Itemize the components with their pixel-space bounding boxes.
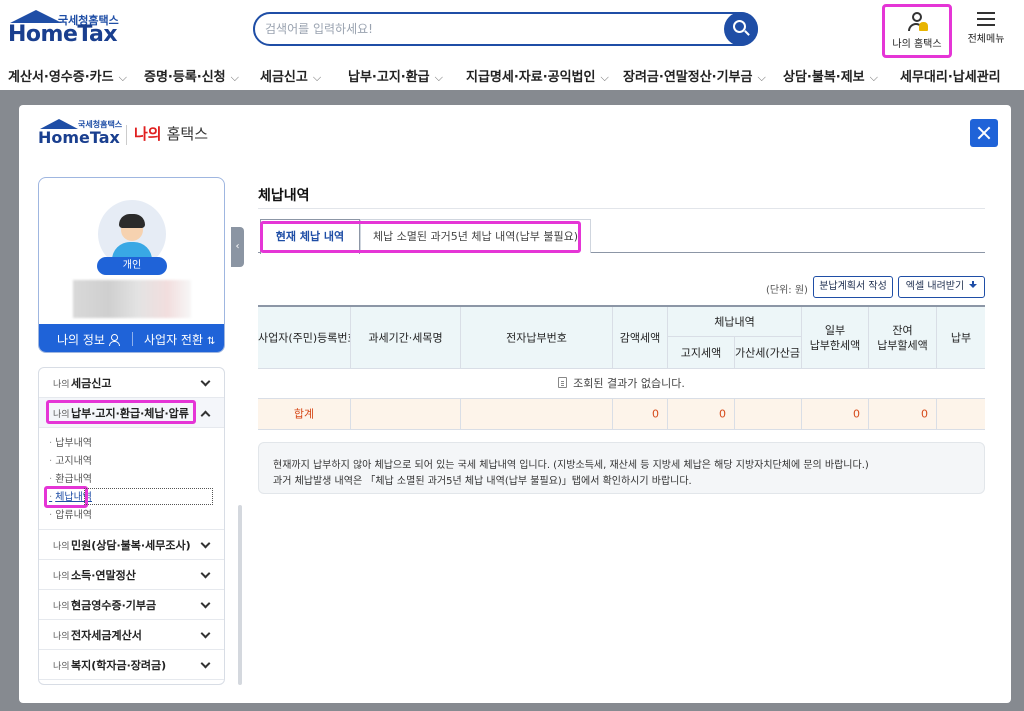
- menu-section-e-invoice[interactable]: 나의 전자세금계산서: [39, 620, 224, 650]
- my-info-button[interactable]: 나의 정보: [57, 331, 120, 348]
- arrears-table: 사업자(주민)등록번호 과세기간·세목명 전자납부번호 감액세액 체납내역 고지…: [258, 305, 985, 430]
- menu-section-welfare[interactable]: 나의 복지(학자금·장려금): [39, 650, 224, 680]
- user-type-badge: 개인: [97, 257, 167, 275]
- chevron-down-icon: [200, 376, 211, 387]
- close-button[interactable]: [970, 119, 998, 147]
- col-header: 잔여 납부할세액: [869, 307, 937, 369]
- menu-section-cash-receipt[interactable]: 나의 현금영수증·기부금: [39, 590, 224, 620]
- gnb-item[interactable]: 계산서·영수증·카드 ⌵: [8, 66, 127, 85]
- col-header: 고지세액: [668, 337, 735, 369]
- side-menu-scrollbar[interactable]: [238, 505, 242, 685]
- total-remaining-cell: 0: [869, 399, 937, 430]
- hamburger-icon: [977, 12, 995, 26]
- profile-card: 개인 나의 정보 사업자 전환 ⇅: [38, 177, 225, 353]
- search-box: [253, 12, 758, 46]
- chevron-down-icon: [200, 568, 211, 579]
- table-cell: [735, 399, 802, 430]
- payment-submenu: · 납부내역 · 고지내역 · 환급내역 · 체납내역 · 압류내역: [39, 428, 224, 530]
- excel-download-button[interactable]: 엑셀 내려받기: [898, 276, 985, 298]
- modal-logo: 국세청홈택스 HomeTax: [38, 119, 123, 147]
- chevron-down-icon: ⌵: [230, 71, 239, 84]
- download-icon: [969, 281, 978, 290]
- chevron-down-icon: [200, 628, 211, 639]
- all-menu-label: 전체메뉴: [967, 34, 1005, 45]
- search-input[interactable]: [265, 18, 715, 40]
- notice-box: 현재까지 납부하지 않아 체납으로 되어 있는 국세 체납내역 입니다. (지방…: [258, 442, 985, 494]
- col-header: 가산세(가산금): [735, 337, 802, 369]
- table-cell: [937, 399, 985, 430]
- chevron-down-icon: ⌵: [434, 71, 443, 84]
- chevron-down-icon: ⌵: [869, 71, 878, 84]
- submenu-item[interactable]: · 납부내역: [49, 434, 92, 449]
- total-reduced-cell: 0: [613, 399, 668, 430]
- profile-actions: 나의 정보 사업자 전환 ⇅: [39, 324, 224, 352]
- chevron-left-icon: ‹: [235, 241, 240, 252]
- menu-section-civil[interactable]: 나의 민원(상담·불복·세무조사): [39, 530, 224, 560]
- page-title: 체납내역: [258, 188, 310, 204]
- notice-line: 현재까지 납부하지 않아 체납으로 되어 있는 국세 체납내역 입니다. (지방…: [273, 460, 869, 471]
- chevron-down-icon: [200, 658, 211, 669]
- global-nav: 계산서·영수증·카드 ⌵ 증명·등록·신청 ⌵ 세금신고 ⌵ 납부·고지·환급 ⌵ 지급…: [0, 62, 1024, 90]
- menu-section-tax-filing[interactable]: 나의 세금신고: [39, 368, 224, 398]
- side-menu: 나의 세금신고 나의 납부·고지·환급·체납·압류 · 납부내역 · 고지내역 · 환급내…: [38, 367, 225, 685]
- col-header-group: 체납내역: [668, 307, 802, 337]
- menu-section-payment[interactable]: 나의 납부·고지·환급·체납·압류: [39, 398, 224, 428]
- col-header: 과세기간·세목명: [351, 307, 461, 369]
- gnb-item[interactable]: 세금신고 ⌵: [260, 66, 321, 85]
- gnb-item[interactable]: 세무대리·납세관리: [900, 66, 1001, 85]
- chevron-down-icon: ⌵: [600, 71, 609, 84]
- highlight-box: [260, 221, 581, 253]
- my-hometax-button[interactable]: 나의 홈택스: [882, 4, 952, 58]
- document-icon: [558, 377, 568, 388]
- modal-header: 국세청홈택스 HomeTax 나의 홈택스: [19, 105, 1011, 161]
- table-cell: [461, 399, 613, 430]
- notice-line: 과거 체납발생 내역은 「체납 소멸된 과거5년 체납 내역(납부 불필요)」탭…: [273, 476, 692, 487]
- logo-main-text: HomeTax: [8, 22, 118, 47]
- submenu-item[interactable]: · 환급내역: [49, 470, 92, 485]
- table-cell: [351, 399, 461, 430]
- blurred-user-name: [73, 280, 191, 318]
- swap-icon: ⇅: [207, 336, 216, 347]
- unit-label: (단위: 원): [766, 285, 808, 296]
- col-header: 납부: [937, 307, 985, 369]
- installment-plan-button[interactable]: 분납계획서 작성: [813, 276, 893, 298]
- site-header: 국세청홈택스 HomeTax 나의 홈택스 전체메뉴: [0, 0, 1024, 60]
- chevron-down-icon: ⌵: [118, 71, 127, 84]
- total-label-cell: 합계: [258, 399, 351, 430]
- gnb-item[interactable]: 증명·등록·신청 ⌵: [144, 66, 239, 85]
- empty-result-row: 조회된 결과가 없습니다.: [258, 369, 985, 399]
- chevron-up-icon: [200, 410, 211, 421]
- person-bell-icon: [906, 11, 928, 33]
- collapse-sidebar-button[interactable]: ‹: [231, 227, 244, 267]
- my-hometax-modal: 국세청홈택스 HomeTax 나의 홈택스 개인 나의 정보 사업자 전환 ⇅ ‹ …: [19, 105, 1011, 703]
- person-icon: [108, 334, 120, 346]
- gnb-item[interactable]: 납부·고지·환급 ⌵: [348, 66, 443, 85]
- col-header: 사업자(주민)등록번호: [258, 307, 351, 369]
- chevron-down-icon: ⌵: [757, 71, 766, 84]
- gnb-item[interactable]: 상담·불복·제보 ⌵: [783, 66, 878, 85]
- chevron-down-icon: [200, 538, 211, 549]
- my-hometax-label: 나의 홈택스: [892, 39, 942, 50]
- hometax-logo[interactable]: 국세청홈택스 HomeTax: [8, 10, 119, 50]
- highlight-box: [44, 486, 88, 508]
- col-header: 일부 납부한세액: [802, 307, 869, 369]
- col-header: 전자납부번호: [461, 307, 613, 369]
- total-notice-tax-cell: 0: [668, 399, 735, 430]
- highlight-box: [46, 400, 196, 424]
- switch-business-button[interactable]: 사업자 전환 ⇅: [144, 331, 215, 348]
- modal-title: 나의 홈택스: [134, 125, 209, 143]
- submenu-item[interactable]: · 압류내역: [49, 506, 92, 521]
- submenu-item[interactable]: · 고지내역: [49, 452, 92, 467]
- chevron-down-icon: ⌵: [312, 71, 322, 84]
- all-menu-button[interactable]: 전체메뉴: [962, 10, 1010, 45]
- search-button[interactable]: [724, 12, 758, 46]
- menu-section-income[interactable]: 나의 소득·연말정산: [39, 560, 224, 590]
- gnb-item[interactable]: 지급명세·자료·공익법인 ⌵: [466, 66, 609, 85]
- chevron-down-icon: [200, 598, 211, 609]
- total-partial-cell: 0: [802, 399, 869, 430]
- col-header: 감액세액: [613, 307, 668, 369]
- gnb-item[interactable]: 장려금·연말정산·기부금 ⌵: [623, 66, 766, 85]
